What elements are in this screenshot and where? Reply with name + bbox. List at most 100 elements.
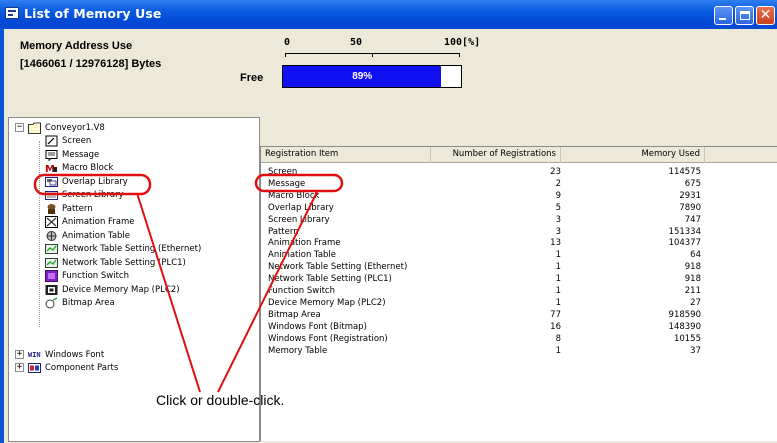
table-row[interactable]: Overlap Library 5 7890 bbox=[261, 203, 777, 214]
maximize-icon bbox=[740, 11, 750, 20]
registration-item-cell: Windows Font (Registration) bbox=[268, 333, 388, 344]
annotation-text: Click or double-click. bbox=[156, 392, 285, 408]
registration-count-cell: 23 bbox=[550, 167, 561, 177]
screen-icon bbox=[45, 135, 58, 147]
network-table-icon bbox=[45, 257, 58, 268]
column-header-memory-used[interactable]: Memory Used bbox=[561, 147, 705, 163]
table-row[interactable]: Device Memory Map (PLC2) 1 27 bbox=[261, 298, 777, 309]
free-label: Free bbox=[240, 72, 264, 84]
registration-count-cell: 1 bbox=[555, 345, 561, 356]
tree-item-label: Screen bbox=[62, 136, 92, 146]
table-row[interactable]: Animation Table 1 64 bbox=[261, 250, 777, 261]
scale-tick bbox=[285, 53, 286, 57]
registration-item-cell: Network Table Setting (PLC1) bbox=[268, 274, 392, 285]
registration-count-cell: 8 bbox=[555, 333, 561, 344]
memory-used-cell: 151334 bbox=[668, 226, 701, 237]
window-title: List of Memory Use bbox=[24, 6, 162, 21]
table-row[interactable]: Memory Table 1 37 bbox=[261, 346, 777, 357]
memory-used-cell: 211 bbox=[684, 286, 701, 296]
table-row[interactable]: Macro Block 9 2931 bbox=[261, 191, 777, 202]
registration-count-cell: 3 bbox=[555, 226, 561, 237]
registration-item-cell: Windows Font (Bitmap) bbox=[268, 321, 367, 332]
table-row[interactable]: Pattern 3 151334 bbox=[261, 227, 777, 238]
registration-count-cell: 1 bbox=[555, 250, 561, 261]
table-row[interactable]: Function Switch 1 211 bbox=[261, 286, 777, 297]
table-row[interactable]: Screen 23 114575 bbox=[261, 167, 777, 178]
table-row[interactable]: Bitmap Area 77 918590 bbox=[261, 310, 777, 321]
tree-item-label: Pattern bbox=[62, 203, 93, 214]
tree-item-label: Windows Font bbox=[45, 350, 105, 360]
tree-item-label: Animation Frame bbox=[62, 217, 135, 227]
scale-label-0: 0 bbox=[284, 37, 291, 48]
free-memory-bar: 89% bbox=[282, 65, 462, 88]
tree-item-label: Animation Table bbox=[62, 230, 131, 241]
bitmap-area-icon bbox=[45, 297, 58, 309]
tree-item-label: Macro Block bbox=[62, 163, 114, 173]
pattern-icon bbox=[47, 203, 56, 214]
table-row[interactable]: Windows Font (Bitmap) 16 148390 bbox=[261, 322, 777, 333]
scale-label-100: 100[%] bbox=[444, 37, 481, 48]
collapse-toggle[interactable]: − bbox=[15, 123, 24, 132]
expand-toggle[interactable]: + bbox=[15, 363, 24, 372]
memory-used-cell: 10155 bbox=[673, 333, 701, 344]
registration-item-cell: Network Table Setting (Ethernet) bbox=[268, 262, 408, 273]
screen-library-icon bbox=[45, 191, 58, 200]
registration-count-cell: 1 bbox=[555, 274, 561, 285]
memory-bytes-value: [1466061 / 12976128] Bytes bbox=[20, 58, 162, 70]
registration-count-cell: 9 bbox=[555, 190, 561, 201]
registration-item-cell: Overlap Library bbox=[268, 202, 334, 213]
message-icon bbox=[45, 149, 58, 161]
animation-table-icon bbox=[46, 230, 57, 241]
win-font-icon: WIN bbox=[28, 351, 41, 359]
registration-count-cell: 16 bbox=[550, 321, 561, 332]
close-button[interactable]: ✕ bbox=[756, 6, 775, 25]
table-row[interactable]: Network Table Setting (Ethernet) 1 918 bbox=[261, 262, 777, 273]
tree-item-label: Network Table Setting (PLC1) bbox=[62, 257, 186, 268]
registration-item-cell: Screen Library bbox=[268, 214, 330, 225]
registration-count-cell: 1 bbox=[555, 286, 561, 296]
function-switch-icon bbox=[45, 270, 58, 282]
registration-count-cell: 5 bbox=[555, 202, 561, 213]
table-row[interactable]: Message 2 675 bbox=[261, 179, 777, 190]
minimize-button[interactable] bbox=[714, 6, 733, 25]
column-header-number-of-registrations[interactable]: Number of Registrations bbox=[431, 147, 561, 163]
registration-count-cell: 2 bbox=[555, 178, 561, 189]
memory-used-cell: 27 bbox=[690, 297, 701, 308]
overlap-library-icon bbox=[45, 176, 58, 187]
network-table-icon bbox=[45, 244, 58, 254]
registration-item-cell: Message bbox=[268, 178, 306, 189]
memory-used-cell: 37 bbox=[690, 345, 701, 356]
registration-item-cell: Device Memory Map (PLC2) bbox=[268, 297, 386, 308]
memory-used-cell: 675 bbox=[684, 178, 701, 189]
tree-item-label: Screen Library bbox=[62, 190, 124, 200]
memory-used-cell: 148390 bbox=[668, 321, 701, 332]
table-row[interactable]: Windows Font (Registration) 8 10155 bbox=[261, 334, 777, 345]
window-icon bbox=[5, 7, 19, 19]
memory-used-cell: 64 bbox=[690, 250, 701, 261]
maximize-button[interactable] bbox=[735, 6, 754, 25]
table-row[interactable]: Network Table Setting (PLC1) 1 918 bbox=[261, 274, 777, 285]
registration-item-cell: Animation Table bbox=[268, 250, 337, 261]
macro-block-icon: M bbox=[45, 164, 57, 174]
registration-item-cell: Macro Block bbox=[268, 190, 320, 201]
table-row[interactable]: Screen Library 3 747 bbox=[261, 215, 777, 226]
free-memory-bar-fill: 89% bbox=[283, 66, 442, 87]
component-parts-icon bbox=[28, 363, 41, 373]
registration-item-cell: Pattern bbox=[268, 226, 299, 237]
registration-item-cell: Animation Frame bbox=[268, 238, 341, 249]
title-bar[interactable]: List of Memory Use ✕ bbox=[0, 0, 777, 29]
tree-guide-line bbox=[39, 141, 40, 327]
tree-item-label: Device Memory Map (PLC2) bbox=[62, 284, 180, 295]
registration-list[interactable]: Registration Item Number of Registration… bbox=[260, 146, 777, 441]
memory-used-cell: 114575 bbox=[668, 167, 701, 177]
list-header: Registration Item Number of Registration… bbox=[261, 147, 777, 163]
table-row[interactable]: Animation Frame 13 104377 bbox=[261, 238, 777, 249]
registration-item-cell: Memory Table bbox=[268, 345, 328, 356]
folder-icon bbox=[28, 122, 41, 134]
tree-item-label: Message bbox=[62, 149, 100, 160]
memory-used-cell: 918 bbox=[684, 262, 701, 273]
expand-toggle[interactable]: + bbox=[15, 350, 24, 359]
tree-item-label: Function Switch bbox=[62, 271, 129, 281]
column-header-registration-item[interactable]: Registration Item bbox=[261, 147, 431, 163]
memory-address-title: Memory Address Use bbox=[20, 40, 133, 52]
